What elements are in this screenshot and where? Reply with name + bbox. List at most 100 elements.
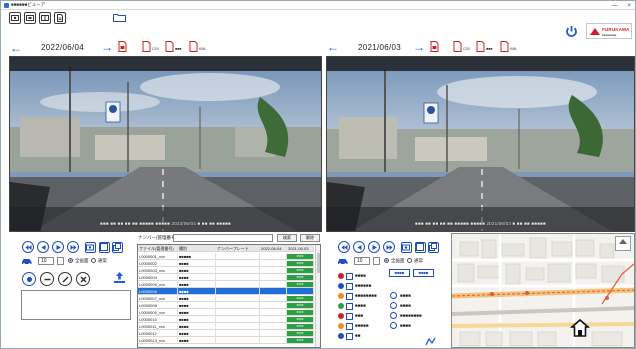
category-checkbox[interactable] xyxy=(346,332,353,340)
speed-stepper[interactable] xyxy=(57,257,64,265)
table-row[interactable]: L0000002 ■■■■ xxxx xyxy=(138,260,314,267)
print-icon[interactable] xyxy=(165,41,174,52)
file-red-icon[interactable] xyxy=(430,41,439,52)
camera-both-button[interactable] xyxy=(39,12,51,24)
pip-button[interactable] xyxy=(112,242,123,253)
clear-button[interactable]: 解除 xyxy=(300,234,320,242)
left-video-player[interactable]: ■■■ ■■ ■■ ■■ ■■ ■■■■■ ■■■■■ 2022/06/04 ■… xyxy=(9,56,322,232)
right-action-button-2[interactable]: ■■■■ xyxy=(413,269,434,277)
filter-label: ■■■■■■■■ xyxy=(400,313,422,318)
table-header-plate[interactable]: ナンバープレート xyxy=(216,245,260,252)
map-zoom-control[interactable] xyxy=(615,236,631,251)
filter-toggle[interactable] xyxy=(390,312,397,319)
home-icon[interactable] xyxy=(570,318,590,338)
memo-textarea[interactable] xyxy=(21,290,131,320)
results-table[interactable]: ファイル(管理番号) 種別 ナンバープレート 2022-06-04 2021-0… xyxy=(137,244,321,348)
window-button[interactable] xyxy=(415,242,426,253)
table-scrollbar[interactable] xyxy=(315,245,320,347)
folder-button[interactable] xyxy=(113,13,126,24)
filter-label: ■■■■ xyxy=(400,293,411,298)
scrollbar-thumb[interactable] xyxy=(317,253,320,273)
category-checkbox[interactable] xyxy=(346,302,353,310)
step-forward-button[interactable] xyxy=(67,241,79,253)
camera-rear-button[interactable] xyxy=(24,12,36,24)
step-forward-button[interactable] xyxy=(383,241,395,253)
file-red-icon[interactable] xyxy=(118,41,127,52)
csv-icon[interactable] xyxy=(453,41,462,52)
kml-icon[interactable] xyxy=(189,41,198,52)
camera-snapshot-button[interactable] xyxy=(85,242,96,253)
table-row[interactable]: L0000013_xxx ■■■■ xxxx xyxy=(138,337,314,344)
category-checkbox[interactable] xyxy=(346,312,353,320)
table-cell xyxy=(216,330,260,337)
edit-button[interactable] xyxy=(58,272,72,286)
rewind-button[interactable] xyxy=(338,241,350,253)
filter-toggle[interactable] xyxy=(390,322,397,329)
step-back-button[interactable] xyxy=(37,241,49,253)
search-input[interactable] xyxy=(173,234,273,242)
table-row[interactable]: L0000008 ■■■■ xxxx xyxy=(138,302,314,309)
category-icon xyxy=(338,293,344,299)
table-row[interactable]: L0000012 ■■■■ xxxx xyxy=(138,330,314,337)
category-checkbox[interactable] xyxy=(346,292,353,300)
arrow-left-icon[interactable]: ← xyxy=(10,42,22,54)
table-header-date2[interactable]: 2021-06-03 xyxy=(287,245,314,252)
fullscreen-radio[interactable] xyxy=(68,258,73,263)
step-back-button[interactable] xyxy=(353,241,365,253)
right-video-player[interactable]: ■■■ ■■ ■■ ■■ ■■ ■■■■■ ■■■■■ 2021/06/03 ■… xyxy=(326,56,635,232)
record-button[interactable] xyxy=(22,272,36,286)
table-row[interactable]: L0000007_xxx ■■■■ xxxx xyxy=(138,295,314,302)
right-action-button-1[interactable]: ■■■■ xyxy=(389,269,410,277)
arrow-left-icon[interactable]: ← xyxy=(327,41,339,53)
table-header-date1[interactable]: 2022-06-04 xyxy=(260,245,287,252)
camera-front-button[interactable] xyxy=(9,12,21,24)
table-header-file[interactable]: ファイル(管理番号) xyxy=(138,245,178,252)
upload-icon[interactable] xyxy=(113,271,126,284)
rewind-button[interactable] xyxy=(22,241,34,253)
play-button[interactable] xyxy=(368,241,380,253)
cancel-button[interactable] xyxy=(76,272,90,286)
category-icon xyxy=(338,283,344,289)
table-row[interactable]: L0000011_xxx ■■■■ xxxx xyxy=(138,323,314,330)
csv-icon[interactable] xyxy=(142,41,151,52)
normal-radio[interactable] xyxy=(91,258,96,263)
fullscreen-radio[interactable] xyxy=(384,258,389,263)
play-button[interactable] xyxy=(52,241,64,253)
arrow-right-icon[interactable]: → xyxy=(413,41,425,53)
table-row[interactable]: L0000010 ■■■■ xxxx xyxy=(138,316,314,323)
table-row[interactable]: L0000009_xxx ■■■■ xxxx xyxy=(138,309,314,316)
normal-radio[interactable] xyxy=(407,258,412,263)
document-button[interactable] xyxy=(54,12,66,24)
table-row[interactable]: L0000004 ■■■■ xxxx xyxy=(138,274,314,281)
speed-stepper[interactable] xyxy=(373,257,380,265)
kml-label: KML xyxy=(199,47,207,51)
filter-toggle[interactable] xyxy=(390,292,397,299)
print-icon[interactable] xyxy=(476,41,485,52)
power-button[interactable] xyxy=(565,25,578,40)
speed-select[interactable]: 10 xyxy=(354,257,370,265)
window-button[interactable] xyxy=(99,242,110,253)
status-badge: xxxx xyxy=(287,303,313,308)
category-checkbox[interactable] xyxy=(346,282,353,290)
table-row[interactable]: L0000006 ■■■■ xyxy=(138,288,314,295)
map-link-icon[interactable] xyxy=(425,337,436,347)
search-button[interactable]: 検索 xyxy=(277,234,297,242)
table-row[interactable]: L0000003_xxx ■■■■ xxxx xyxy=(138,267,314,274)
arrow-right-icon[interactable]: → xyxy=(101,41,113,53)
minimize-button[interactable]: — xyxy=(611,3,617,9)
map-view[interactable] xyxy=(451,233,635,348)
filter-toggle[interactable] xyxy=(390,302,397,309)
category-checkbox[interactable] xyxy=(346,272,353,280)
table-cell: ■■■■ xyxy=(178,330,216,337)
speed-select[interactable]: 10 xyxy=(38,257,54,265)
table-row[interactable]: L0000001_xxx ■■■■■ xxxx xyxy=(138,253,314,260)
table-row[interactable]: L0000005_xxx ■■■■ xxxx xyxy=(138,281,314,288)
kml-icon[interactable] xyxy=(500,41,509,52)
pip-button[interactable] xyxy=(428,242,439,253)
minus-button[interactable] xyxy=(40,272,54,286)
table-header-type[interactable]: 種別 xyxy=(178,245,216,252)
category-checkbox[interactable] xyxy=(346,322,353,330)
table-cell xyxy=(216,281,260,288)
close-button[interactable]: × xyxy=(627,3,631,9)
camera-snapshot-button[interactable] xyxy=(401,242,412,253)
